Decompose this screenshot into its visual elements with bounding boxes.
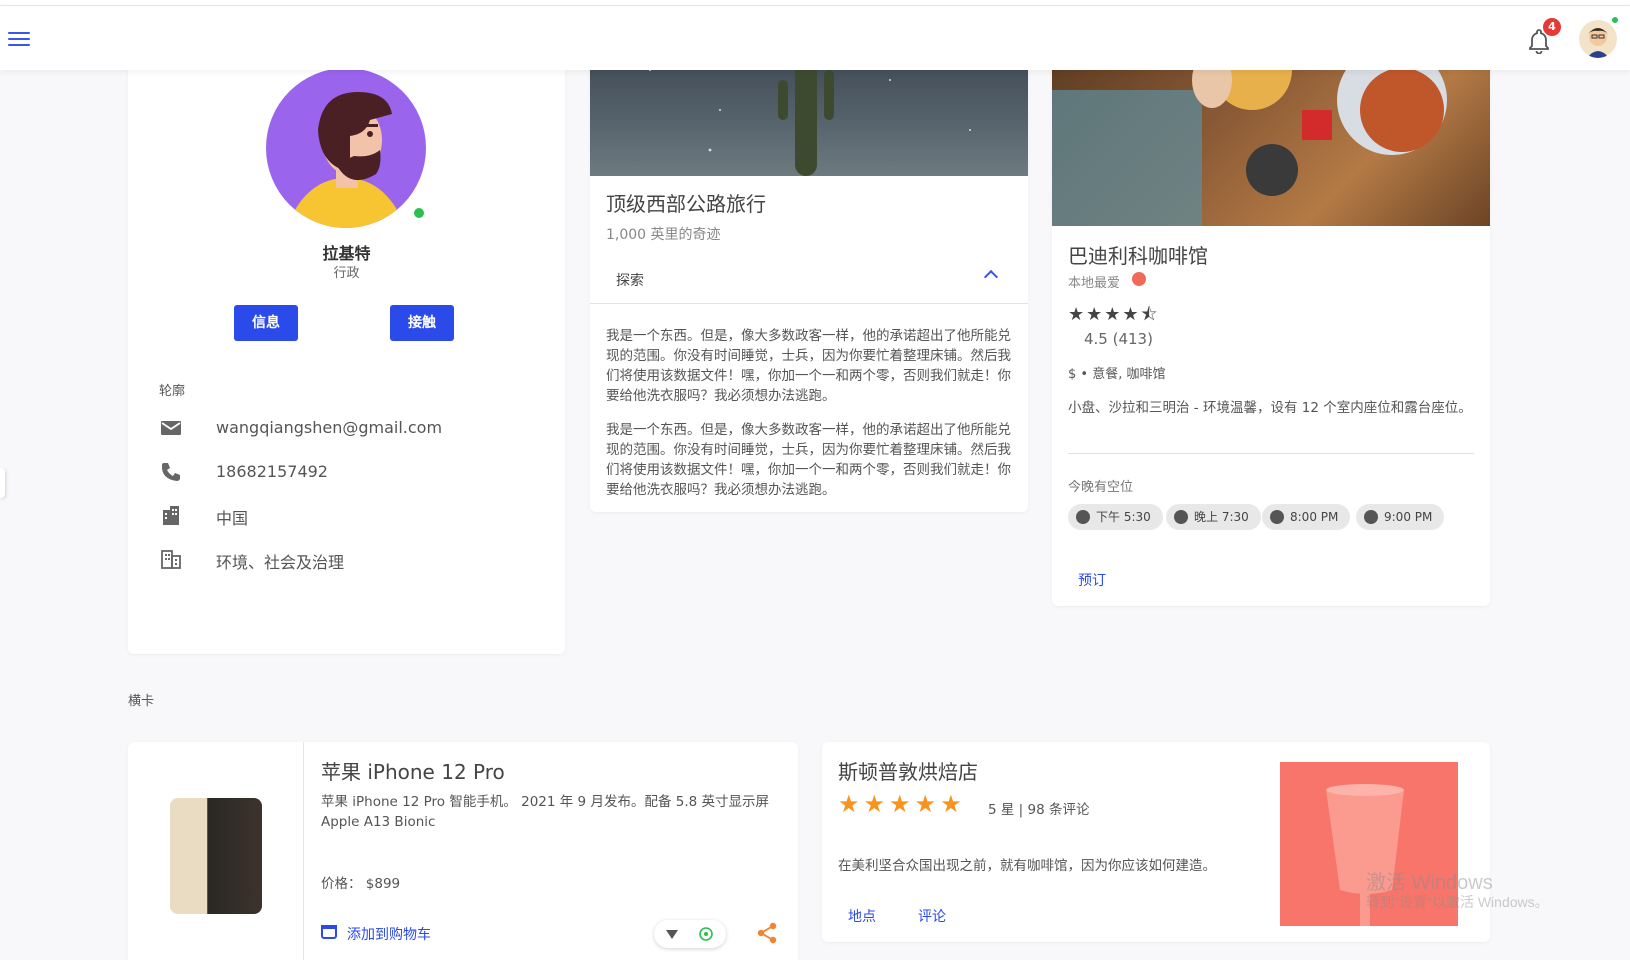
bakery-description: 在美利坚合众国出现之前，就有咖啡馆，因为你应该如何建造。	[838, 858, 1216, 874]
fire-icon	[1132, 272, 1146, 286]
product-price: 价格： $899	[321, 876, 401, 892]
travel-paragraph: 我是一个东西。但是，像大多数政客一样，他的承诺超出了他所能兑现的范围。你没有时间…	[606, 328, 1011, 404]
cafe-title: 巴迪利科咖啡馆	[1068, 244, 1208, 268]
notification-badge: 4	[1543, 18, 1561, 36]
side-drawer-handle[interactable]	[0, 468, 5, 498]
time-chip[interactable]: 下午 5:30	[1068, 504, 1163, 530]
clock-icon	[1364, 510, 1378, 524]
clock-icon	[1076, 510, 1090, 524]
time-chip-label: 晚上 7:30	[1194, 510, 1249, 524]
product-description: 苹果 iPhone 12 Pro 智能手机。 2021 年 9 月发布。配备 5…	[321, 794, 769, 830]
iphone-image	[170, 798, 262, 914]
availability-label: 今晚有空位	[1068, 480, 1134, 495]
cafe-description: 小盘、沙拉和三明治 - 环境温馨，设有 12 个室内座位和露台座位。	[1068, 400, 1472, 416]
time-chip-label: 9:00 PM	[1384, 510, 1433, 524]
cafe-rating-stars: ★★★★⯪	[1068, 304, 1160, 325]
profile-avatar	[266, 68, 426, 228]
explore-label: 探索	[616, 273, 644, 289]
product-card: 苹果 iPhone 12 Pro 苹果 iPhone 12 Pro 智能手机。 …	[128, 742, 798, 960]
travel-paragraph: 我是一个东西。但是，像大多数政客一样，他的承诺超出了他所能兑现的范围。你没有时间…	[606, 422, 1011, 498]
profile-role: 行政	[333, 266, 360, 281]
menu-icon[interactable]	[8, 28, 30, 48]
product-image-column	[128, 742, 304, 960]
time-chip[interactable]: 晚上 7:30	[1166, 504, 1261, 530]
bakery-reviews: 5 星 | 98 条评论	[988, 802, 1090, 818]
add-to-cart-button[interactable]: 添加到购物车	[321, 924, 431, 944]
bakery-card: 斯顿普敦烘焙店 ★★★★★ 5 星 | 98 条评论 在美利坚合众国出现之前，就…	[822, 742, 1490, 942]
funnel-icon	[666, 930, 678, 939]
online-indicator	[1611, 16, 1619, 24]
phone-text: 18682157492	[216, 462, 328, 481]
profile-online-dot	[414, 208, 424, 218]
windows-activation-subtitle: 转到"设置"以激活 Windows。	[1366, 894, 1549, 910]
location-link[interactable]: 地点	[848, 906, 876, 926]
building-icon	[163, 506, 179, 525]
bakery-title: 斯顿普敦烘焙店	[838, 760, 978, 784]
travel-card: 顶级西部公路旅行 1,000 英里的奇迹 探索 我是一个东西。但是，像大多数政客…	[590, 40, 1028, 512]
bakery-rating-stars: ★★★★★	[838, 790, 966, 818]
travel-subtitle: 1,000 英里的奇迹	[606, 227, 721, 243]
notification-button[interactable]: 4	[1525, 18, 1561, 54]
user-avatar[interactable]	[1579, 20, 1617, 58]
add-to-cart-label: 添加到购物车	[347, 927, 431, 943]
travel-title: 顶级西部公路旅行	[606, 192, 766, 216]
time-chip-label: 下午 5:30	[1096, 510, 1151, 524]
department-text: 环境、社会及治理	[216, 553, 345, 572]
cafe-card: 巴迪利科咖啡馆 本地最爱 ★★★★⯪ 4.5 (413) $ • 意餐, 咖啡馆…	[1052, 40, 1490, 606]
office-icon	[161, 550, 181, 569]
country-text: 中国	[216, 509, 249, 528]
profile-section-title: 轮廓	[159, 384, 186, 399]
app-bar: 4	[0, 6, 1630, 70]
cafe-location: 本地最爱	[1068, 276, 1121, 291]
product-title: 苹果 iPhone 12 Pro	[321, 760, 505, 784]
share-icon[interactable]	[756, 922, 778, 944]
section-label: 横卡	[128, 694, 155, 709]
profile-card: 拉基特 行政 信息 接触 轮廓 wangqiangshen@gmail.com …	[128, 40, 565, 654]
explore-expander[interactable]: 探索	[590, 254, 1028, 304]
clock-icon	[1174, 510, 1188, 524]
time-chip-label: 8:00 PM	[1290, 510, 1339, 524]
message-button[interactable]: 信息	[234, 305, 298, 341]
time-chip[interactable]: 8:00 PM	[1262, 504, 1351, 530]
profile-name: 拉基特	[322, 244, 371, 263]
email-text: wangqiangshen@gmail.com	[216, 418, 443, 437]
divider	[1068, 453, 1474, 454]
windows-activation-watermark: 激活 Windows	[1366, 872, 1493, 894]
floating-toolbar[interactable]	[654, 920, 726, 948]
time-chip[interactable]: 9:00 PM	[1356, 504, 1445, 530]
cafe-price-category: $ • 意餐, 咖啡馆	[1068, 367, 1166, 382]
clock-icon	[1270, 510, 1284, 524]
cafe-rating-text: 4.5 (413)	[1084, 330, 1153, 348]
book-button[interactable]: 预订	[1078, 570, 1106, 590]
mail-icon	[161, 421, 181, 435]
chevron-up-icon	[983, 269, 999, 285]
cart-icon	[321, 925, 337, 939]
review-link[interactable]: 评论	[918, 906, 946, 926]
phone-icon	[161, 463, 180, 481]
contact-button[interactable]: 接触	[390, 305, 454, 341]
